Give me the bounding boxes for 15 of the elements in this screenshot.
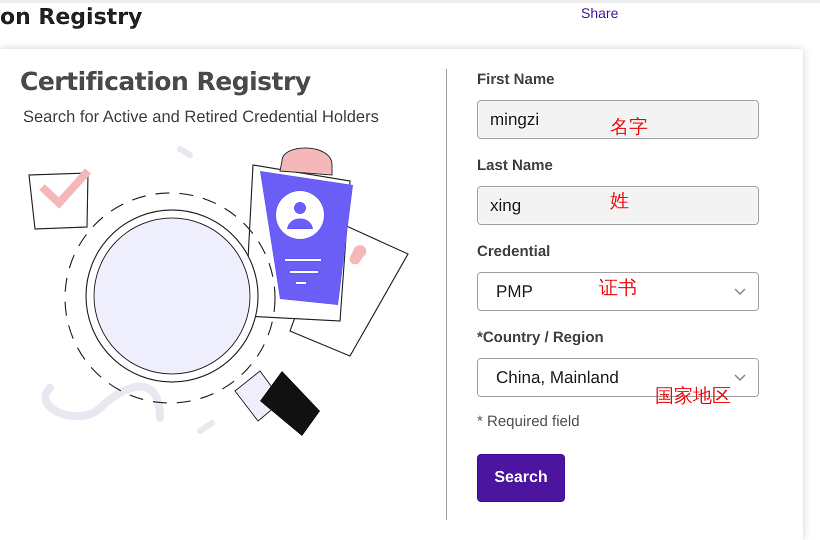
annotation-text: 名字 bbox=[610, 116, 648, 140]
card-title: Certification Registry bbox=[20, 67, 312, 96]
page-heading: on Registry bbox=[0, 5, 144, 30]
share-link[interactable]: Share bbox=[581, 5, 618, 21]
search-button[interactable]: Search bbox=[477, 454, 565, 502]
chevron-down-icon bbox=[734, 374, 746, 382]
chevron-down-icon bbox=[734, 288, 746, 296]
annotation-text: 姓 bbox=[610, 190, 629, 214]
field-label: First Name bbox=[477, 71, 556, 88]
required-note: * Required field bbox=[477, 413, 581, 430]
field-label: *Country / Region bbox=[477, 329, 605, 346]
card-subtitle: Search for Active and Retired Credential Holders bbox=[23, 108, 380, 127]
field-label: Credential bbox=[477, 243, 552, 260]
field-label: Last Name bbox=[477, 157, 554, 174]
annotation-text: 证书 bbox=[599, 277, 637, 301]
